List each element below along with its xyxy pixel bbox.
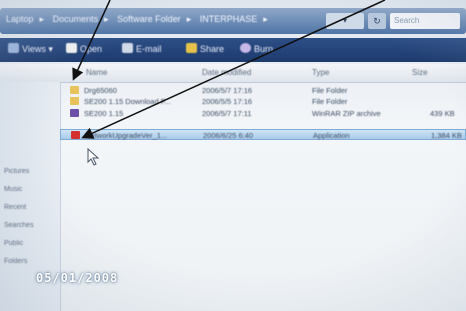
nav-item[interactable]: Music [4,186,22,193]
nav-item[interactable]: Searches [4,222,34,229]
column-header: Name Date modified Type Size [0,64,466,83]
email-icon [122,43,133,53]
column-type[interactable]: Type [312,68,329,77]
email-button[interactable]: E-mail [122,43,162,54]
column-size[interactable]: Size [412,68,428,77]
share-icon [186,43,197,53]
file-name: SE200 1.15 Download F... [84,97,171,106]
folder-icon [70,86,79,94]
breadcrumb-item[interactable]: Documents [53,14,99,24]
file-date: 2006/6/25 6:40 [203,131,254,140]
breadcrumb[interactable]: Laptop ▸ Documents ▸ Software Folder ▸ INTE… [6,14,274,25]
breadcrumb-item[interactable]: Software Folder [117,14,181,24]
file-row[interactable]: Drg65060 2006/5/7 17:16 File Folder [60,85,466,96]
mouse-pointer-icon [87,148,100,166]
breadcrumb-item[interactable]: Laptop [6,14,34,24]
file-row[interactable]: SE200 1.15 2006/5/7 17:11 WinRAR ZIP arc… [60,108,466,119]
open-button[interactable]: Open [66,43,102,54]
views-button[interactable]: Views ▾ [8,43,53,55]
nav-item[interactable]: Recent [4,204,26,211]
file-date: 2006/5/7 17:11 [202,109,252,118]
file-name: SE200 1.15 [84,109,124,118]
share-button[interactable]: Share [186,43,224,54]
file-type: WinRAR ZIP archive [312,109,381,118]
file-type: Application [313,131,350,140]
photo-of-screen: Laptop ▸ Documents ▸ Software Folder ▸ INTE… [0,0,466,311]
file-size: 1,384 KB [431,131,462,140]
open-icon [66,43,77,53]
file-row-selected[interactable]: NetworkUpgradeVer_1... 2006/6/25 6:40 Ap… [60,129,466,140]
archive-icon [70,109,79,117]
search-input[interactable]: Search [390,13,460,29]
file-name: Drg65060 [84,86,117,95]
file-row[interactable]: SE200 1.15 Download F... 2006/5/5 17:16 … [60,96,466,107]
breadcrumb-item[interactable]: INTERPHASE [200,14,258,24]
file-date: 2006/5/7 17:16 [202,86,253,95]
file-size: 439 KB [430,109,455,118]
file-type: File Folder [312,86,348,95]
nav-item[interactable]: Pictures [4,168,29,175]
nav-item[interactable]: Public [4,240,23,247]
column-name[interactable]: Name [86,68,107,77]
file-type: File Folder [312,97,348,106]
disc-icon [240,43,251,53]
nav-item[interactable]: Folders [4,258,27,265]
application-icon [71,131,80,139]
folder-icon [70,97,79,105]
file-date: 2006/5/5 17:16 [202,97,253,106]
views-icon [8,43,19,53]
file-name: NetworkUpgradeVer_1... [85,131,168,140]
column-date-modified[interactable]: Date modified [202,68,251,77]
address-bar[interactable]: Laptop ▸ Documents ▸ Software Folder ▸ INTE… [0,8,466,34]
refresh-button[interactable]: ↻ [368,13,386,29]
address-dropdown-button[interactable]: ▾ [326,13,364,29]
burn-button[interactable]: Burn [240,43,273,54]
photo-timestamp: 05/01/2008 [36,271,119,285]
command-toolbar: Views ▾ Open E-mail Share Burn [0,38,466,62]
file-list: Drg65060 2006/5/7 17:16 File Folder SE20… [60,82,466,311]
